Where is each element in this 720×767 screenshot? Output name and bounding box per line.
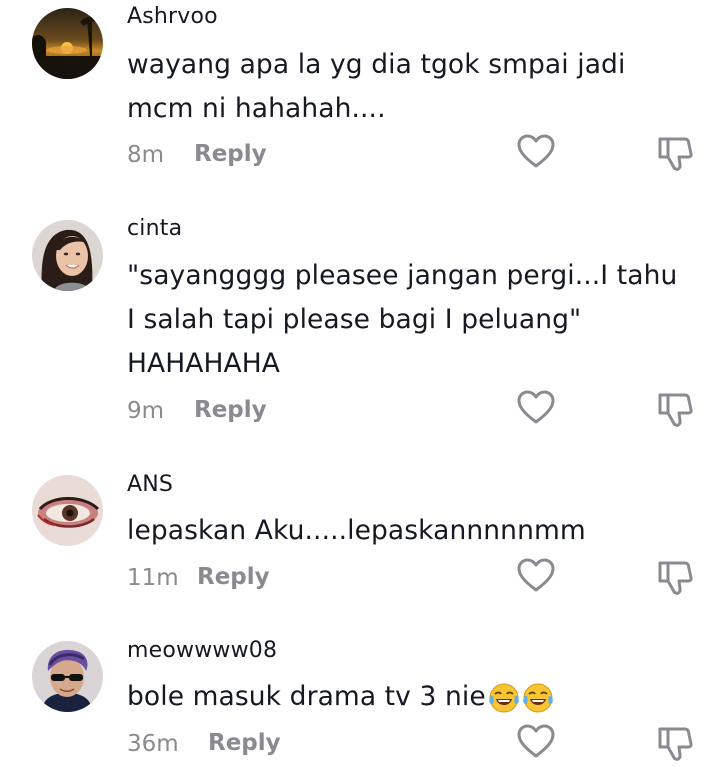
timestamp: 9m xyxy=(127,398,165,424)
eye-photo-avatar xyxy=(32,475,103,546)
comment-text: lepaskan Aku.....lepaskannnnnmm xyxy=(127,509,702,553)
reply-button[interactable]: Reply xyxy=(208,730,281,756)
comment-item: cinta "sayangggg pleasee jangan pergi...… xyxy=(0,212,720,452)
comment-text-content: bole masuk drama tv 3 nie xyxy=(127,681,486,712)
comment-text-line: lepaskan Aku.....lepaskannnnnmm xyxy=(127,515,586,546)
comment-text: wayang apa la yg dia tgok smpai jadi mcm… xyxy=(127,43,702,131)
comment-text-line: bole masuk drama tv 3 nie xyxy=(127,675,702,719)
reply-button[interactable]: Reply xyxy=(194,141,267,167)
comment-text-line: wayang apa la yg dia tgok smpai jadi xyxy=(127,49,626,80)
thumbs-down-icon[interactable] xyxy=(655,390,695,430)
comment-text: "sayangggg pleasee jangan pergi...I tahu… xyxy=(127,254,702,386)
comment-text-line: HAHAHAHA xyxy=(127,348,281,379)
avatar[interactable] xyxy=(32,475,103,546)
comment-text: bole masuk drama tv 3 nie xyxy=(127,675,702,719)
timestamp: 11m xyxy=(127,565,179,591)
avatar[interactable] xyxy=(32,641,103,712)
comment-item: Ashrvoo wayang apa la yg dia tgok smpai … xyxy=(0,0,720,190)
avatar[interactable] xyxy=(32,8,103,79)
thumbs-down-icon[interactable] xyxy=(655,134,695,174)
thumbs-down-icon[interactable] xyxy=(655,558,695,598)
avatar[interactable] xyxy=(32,220,103,291)
timestamp: 8m xyxy=(127,142,165,168)
comment-item: ANS lepaskan Aku.....lepaskannnnnmm 11m … xyxy=(0,468,720,608)
username[interactable]: ANS xyxy=(127,472,173,497)
man-sunglasses-avatar xyxy=(32,641,103,712)
tears-of-joy-emoji xyxy=(488,683,519,712)
woman-photo-avatar xyxy=(32,220,103,291)
comment-text-line: I salah tapi please bagi I peluang" xyxy=(127,304,582,335)
username[interactable]: meowwww08 xyxy=(127,638,277,663)
comment-text-line: "sayangggg pleasee jangan pergi...I tahu xyxy=(127,260,678,291)
heart-outline-icon[interactable] xyxy=(516,132,556,172)
thumbs-down-icon[interactable] xyxy=(655,724,695,764)
timestamp: 36m xyxy=(127,731,179,757)
username[interactable]: Ashrvoo xyxy=(127,4,218,29)
comment-item: meowwww08 bole masuk drama tv 3 nie 36m … xyxy=(0,634,720,767)
heart-outline-icon[interactable] xyxy=(516,722,556,762)
heart-outline-icon[interactable] xyxy=(516,556,556,596)
username[interactable]: cinta xyxy=(127,216,182,241)
heart-outline-icon[interactable] xyxy=(516,388,556,428)
reply-button[interactable]: Reply xyxy=(197,564,270,590)
reply-button[interactable]: Reply xyxy=(194,397,267,423)
tears-of-joy-emoji xyxy=(522,683,553,712)
sunset-photo-avatar xyxy=(32,8,103,79)
comment-text-line: mcm ni hahahah.... xyxy=(127,93,386,124)
